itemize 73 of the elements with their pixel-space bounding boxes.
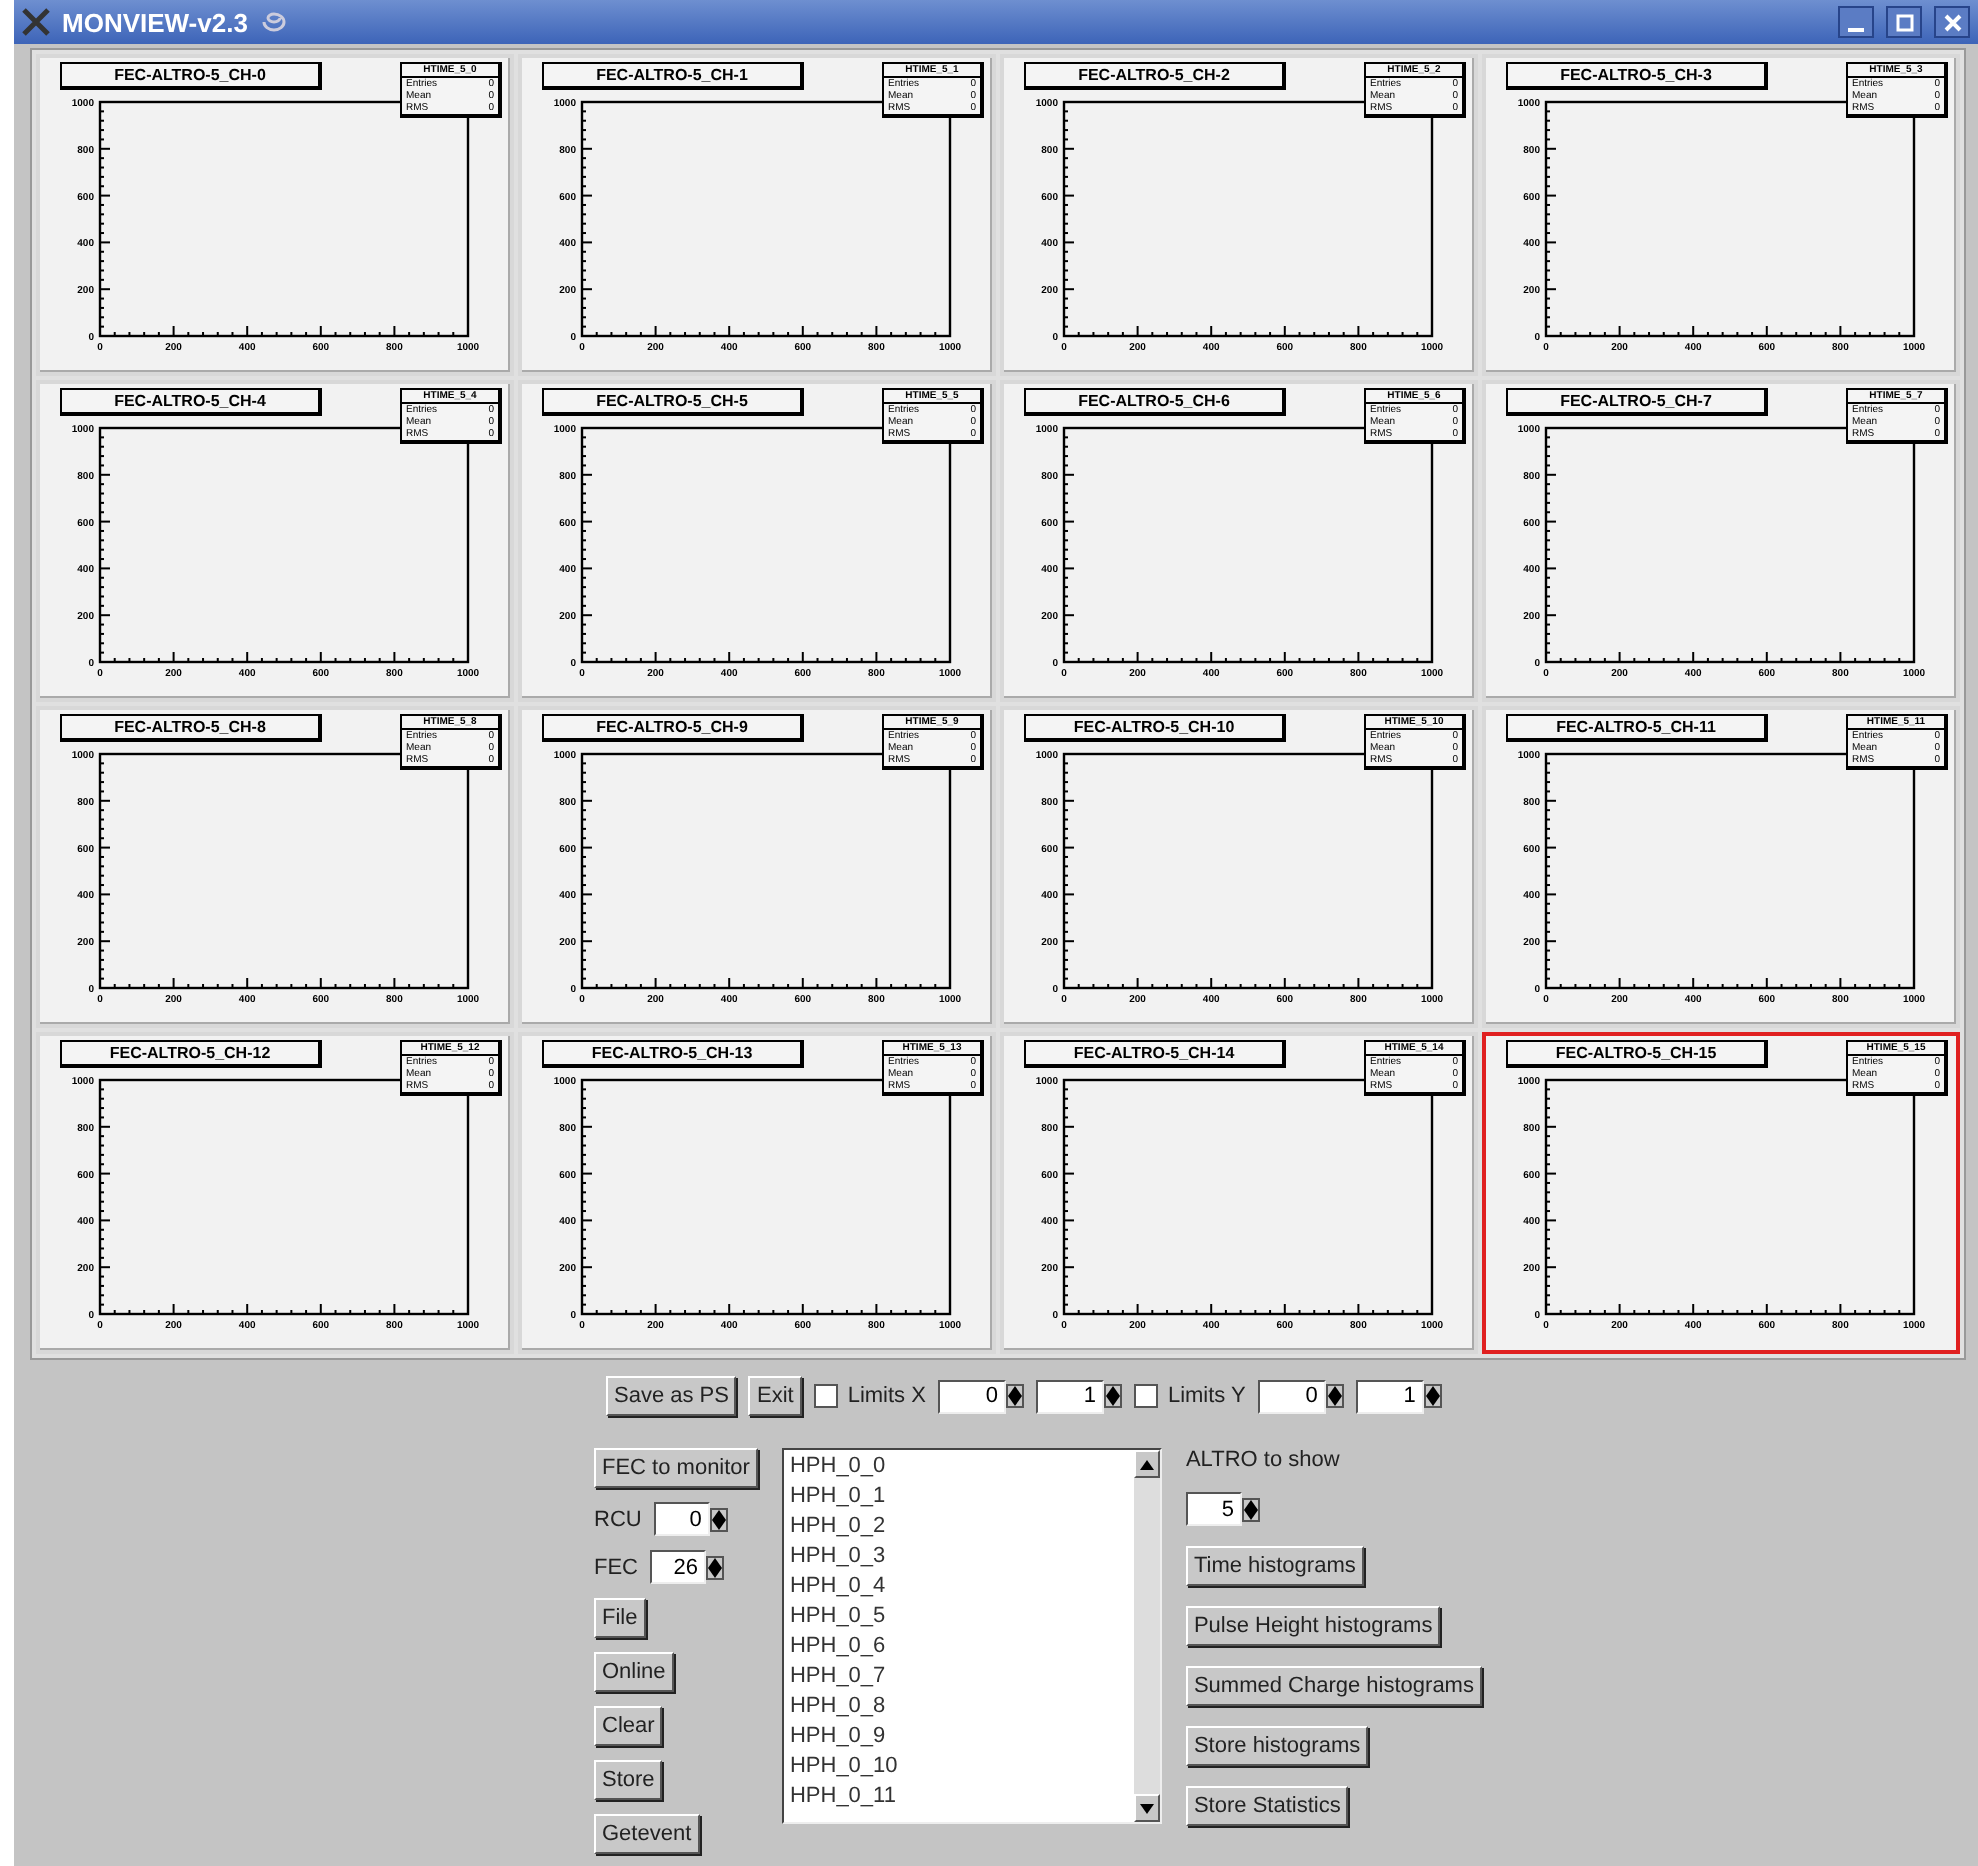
window-title: MONVIEW-v2.3 xyxy=(62,7,248,37)
down-arrow-icon xyxy=(1007,1396,1022,1406)
list-item[interactable]: HPH_0_5 xyxy=(789,1602,1128,1632)
minimize-button[interactable] xyxy=(1838,6,1874,38)
list-item[interactable]: HPH_0_2 xyxy=(789,1512,1128,1542)
push-button[interactable]: FEC to monitor xyxy=(594,1448,758,1488)
histogram-title: FEC-ALTRO-5_CH-9 xyxy=(542,714,804,742)
histogram-title: FEC-ALTRO-5_CH-15 xyxy=(1506,1040,1768,1068)
push-button[interactable]: Summed Charge histograms xyxy=(1185,1666,1482,1706)
histogram-title: FEC-ALTRO-5_CH-11 xyxy=(1506,714,1768,742)
maximize-icon xyxy=(1895,13,1913,31)
swirl-icon xyxy=(259,10,288,34)
down-arrow-icon xyxy=(1425,1396,1440,1406)
x-logo-icon xyxy=(22,8,50,36)
histogram-title: FEC-ALTRO-5_CH-0 xyxy=(60,62,322,90)
down-arrow-icon xyxy=(708,1567,722,1577)
histogram-title: FEC-ALTRO-5_CH-3 xyxy=(1506,62,1768,90)
push-button[interactable]: Online xyxy=(594,1652,674,1692)
up-arrow-icon xyxy=(708,1557,722,1567)
histogram-title: FEC-ALTRO-5_CH-13 xyxy=(542,1040,804,1068)
close-button[interactable] xyxy=(1934,6,1970,38)
histogram-title: FEC-ALTRO-5_CH-10 xyxy=(1024,714,1286,742)
up-arrow-icon xyxy=(1139,1459,1154,1469)
push-button[interactable]: Store Statistics xyxy=(1185,1786,1349,1826)
down-arrow-icon xyxy=(1327,1396,1342,1406)
histogram-title: FEC-ALTRO-5_CH-4 xyxy=(60,388,322,416)
push-button[interactable]: Store histograms xyxy=(1185,1726,1369,1766)
field-label: RCU xyxy=(594,1507,642,1531)
histogram-title: FEC-ALTRO-5_CH-7 xyxy=(1506,388,1768,416)
histogram-title: FEC-ALTRO-5_CH-12 xyxy=(60,1040,322,1068)
field-label: ALTRO to show xyxy=(1185,1448,1340,1472)
histogram-title: FEC-ALTRO-5_CH-2 xyxy=(1024,62,1286,90)
scroll-bar[interactable] xyxy=(1133,1450,1160,1822)
minimize-icon xyxy=(1848,28,1864,32)
histogram-title: FEC-ALTRO-5_CH-8 xyxy=(60,714,322,742)
list-item[interactable]: HPH_0_6 xyxy=(789,1632,1128,1662)
up-arrow-icon xyxy=(1425,1386,1440,1396)
close-icon xyxy=(1943,13,1961,31)
push-button[interactable]: Store xyxy=(594,1760,663,1800)
push-button[interactable]: Time histograms xyxy=(1185,1546,1364,1586)
list-item[interactable]: HPH_0_7 xyxy=(789,1662,1128,1692)
down-arrow-icon xyxy=(711,1519,726,1529)
list-item[interactable]: HPH_0_8 xyxy=(789,1692,1128,1722)
push-button[interactable]: File xyxy=(594,1598,646,1638)
push-button[interactable]: Pulse Height histograms xyxy=(1185,1606,1441,1646)
down-arrow-icon xyxy=(1243,1509,1258,1519)
field-label: FEC xyxy=(594,1555,638,1579)
histogram-list[interactable]: HPH_0_0 HPH_0_1 HPH_0_2 HPH_0_3 HPH_0_4 HPH_0_5 HPH_0_6 HPH_0_7 HPH_0_8 HPH_0_9 HPH_0_10 HPH_0_11 xyxy=(781,1448,1162,1824)
list-item[interactable]: HPH_0_1 xyxy=(789,1482,1128,1512)
up-arrow-icon xyxy=(1327,1386,1342,1396)
push-button[interactable]: Exit xyxy=(748,1376,802,1416)
up-arrow-icon xyxy=(1007,1386,1022,1396)
histogram-title: FEC-ALTRO-5_CH-6 xyxy=(1024,388,1286,416)
histogram-title: FEC-ALTRO-5_CH-14 xyxy=(1024,1040,1286,1068)
push-button[interactable]: Clear xyxy=(594,1706,663,1746)
maximize-button[interactable] xyxy=(1886,6,1922,38)
down-arrow-icon xyxy=(1105,1396,1120,1406)
up-arrow-icon xyxy=(1243,1499,1258,1509)
histogram-title: FEC-ALTRO-5_CH-1 xyxy=(542,62,804,90)
up-arrow-icon xyxy=(1105,1386,1120,1396)
list-item[interactable]: HPH_0_11 xyxy=(789,1782,1128,1812)
list-item[interactable]: HPH_0_9 xyxy=(789,1722,1128,1752)
checkbox[interactable]: Limits Y xyxy=(1133,1384,1246,1408)
push-button[interactable]: Save as PS xyxy=(606,1376,737,1416)
list-item[interactable]: HPH_0_4 xyxy=(789,1572,1128,1602)
push-button[interactable]: Getevent xyxy=(594,1814,700,1854)
checkbox[interactable]: Limits X xyxy=(813,1384,926,1408)
list-item[interactable]: HPH_0_3 xyxy=(789,1542,1128,1572)
up-arrow-icon xyxy=(711,1509,726,1519)
down-arrow-icon xyxy=(1139,1803,1154,1813)
list-item[interactable]: HPH_0_10 xyxy=(789,1752,1128,1782)
histogram-title: FEC-ALTRO-5_CH-5 xyxy=(542,388,804,416)
list-item[interactable]: HPH_0_0 xyxy=(789,1452,1128,1482)
